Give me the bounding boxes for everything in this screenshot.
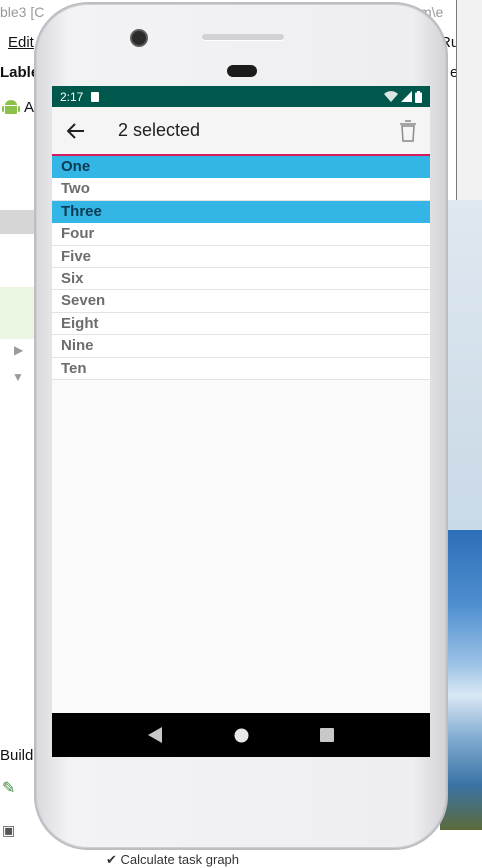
sd-card-icon: [91, 91, 100, 102]
nav-recents-button[interactable]: [312, 720, 342, 750]
list-item-label: Seven: [61, 292, 106, 310]
ide-collapse-arrow-icon[interactable]: ▼: [12, 370, 24, 384]
ide-menu-edit[interactable]: Edit: [8, 34, 34, 51]
item-list: One Two Three Four Five Six Seven Eight …: [52, 156, 430, 380]
wifi-icon: [384, 91, 398, 102]
toolbar-title: 2 selected: [118, 120, 201, 140]
home-icon: [234, 728, 248, 742]
list-item[interactable]: Five: [52, 245, 430, 268]
ide-window-title: ble3 [C: [0, 4, 45, 20]
ide-build-status: ✔ Calculate task graph: [106, 852, 240, 867]
list-item[interactable]: Four: [52, 223, 430, 246]
list-item-label: Six: [61, 269, 84, 287]
list-item-label: Two: [61, 180, 90, 198]
phone-screen: 2:17 2 selected One Two Three Four Five …: [52, 86, 430, 757]
status-bar: 2:17: [52, 86, 430, 107]
back-button[interactable]: [52, 107, 100, 155]
ide-build-hammer-icon[interactable]: ✎: [2, 778, 15, 798]
arrow-back-icon: [67, 122, 84, 139]
ide-console-icon[interactable]: ▣: [2, 822, 15, 839]
front-camera: [132, 31, 146, 45]
battery-icon: [415, 90, 422, 103]
nav-back-button[interactable]: [140, 720, 170, 750]
list-item-label: Five: [61, 247, 92, 265]
list-item[interactable]: Six: [52, 267, 430, 291]
navigation-bar: [52, 713, 430, 757]
list-item-label: Ten: [61, 359, 87, 377]
list-item[interactable]: One: [52, 156, 430, 179]
trash-icon: [400, 119, 416, 142]
signal-icon: [401, 91, 412, 102]
list-item-label: Four: [61, 225, 95, 243]
status-time: 2:17: [60, 89, 84, 104]
list-item[interactable]: Ten: [52, 357, 430, 380]
list-item-label: One: [61, 158, 91, 175]
proximity-sensor: [227, 65, 257, 77]
recents-icon: [320, 728, 334, 742]
list-item[interactable]: Nine: [52, 335, 430, 358]
list-item-label: Eight: [61, 314, 99, 332]
list-item[interactable]: Seven: [52, 290, 430, 313]
earpiece-speaker: [202, 34, 284, 40]
list-item[interactable]: Two: [52, 178, 430, 201]
list-item[interactable]: Eight: [52, 312, 430, 336]
ide-expand-arrow-icon[interactable]: ▶: [14, 343, 23, 357]
back-icon: [148, 727, 162, 743]
android-icon: [2, 100, 20, 114]
list-item-label: Nine: [61, 337, 94, 355]
ide-android-label: A: [24, 99, 35, 116]
nav-home-button[interactable]: [226, 720, 256, 750]
delete-button[interactable]: [386, 107, 430, 155]
list-item[interactable]: Three: [52, 200, 430, 224]
action-mode-toolbar: 2 selected: [52, 107, 430, 156]
list-item-label: Three: [61, 202, 102, 220]
ide-build-tab[interactable]: Build: [0, 747, 33, 764]
